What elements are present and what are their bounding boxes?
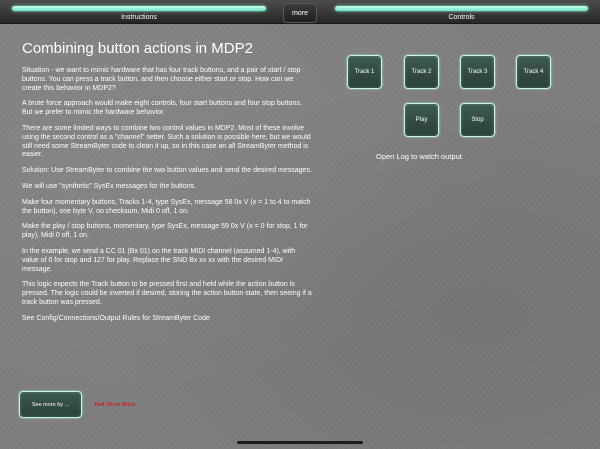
tab-indicator	[12, 6, 266, 11]
stop-button[interactable]: Stop	[460, 103, 495, 137]
track-3-button[interactable]: Track 3	[460, 55, 495, 89]
instruction-paragraph: A brute force approach would make eight …	[22, 100, 302, 117]
page-title: Combining button actions in MDP2	[22, 40, 253, 57]
track-4-button[interactable]: Track 4	[516, 55, 551, 89]
instruction-paragraph: Make the play / stop buttons, momentary,…	[22, 223, 308, 240]
home-indicator[interactable]	[237, 441, 363, 444]
tab-controls-label: Controls	[448, 14, 475, 21]
brand-label: Red Heron Music	[95, 402, 136, 408]
instruction-paragraph: Solution: Use StreamByter to combine the…	[22, 167, 312, 175]
track-1-button[interactable]: Track 1	[347, 55, 382, 89]
more-button[interactable]: more	[283, 3, 317, 23]
log-hint-text: Open Log to watch output	[376, 152, 462, 161]
instruction-paragraph: This logic expects the Track button to b…	[22, 281, 312, 306]
instructions-text: Situation - we want to mimic hardware th…	[22, 67, 312, 331]
instruction-paragraph: In the example, we send a CC 01 (Bx 01) …	[22, 247, 296, 273]
tab-controls[interactable]: Controls	[323, 0, 600, 24]
see-more-button[interactable]: See more by ...	[19, 391, 82, 418]
instruction-paragraph: There are some limited ways to combine t…	[22, 124, 311, 159]
track-2-button[interactable]: Track 2	[404, 55, 439, 89]
instruction-paragraph: Situation - we want to mimic hardware th…	[22, 67, 301, 92]
instruction-paragraph: We will use "synthetic" SysEx messages f…	[22, 182, 197, 190]
instruction-paragraph: See Config/Connections/Output Rules for …	[22, 314, 210, 322]
top-tab-bar: Instructions more Controls	[0, 0, 600, 24]
tab-instructions-label: Instructions	[121, 14, 157, 21]
tab-instructions[interactable]: Instructions	[0, 0, 278, 24]
tab-indicator	[335, 6, 588, 11]
play-button[interactable]: Play	[404, 103, 439, 137]
instruction-paragraph: Make four momentary buttons, Tracks 1-4,…	[22, 198, 311, 215]
